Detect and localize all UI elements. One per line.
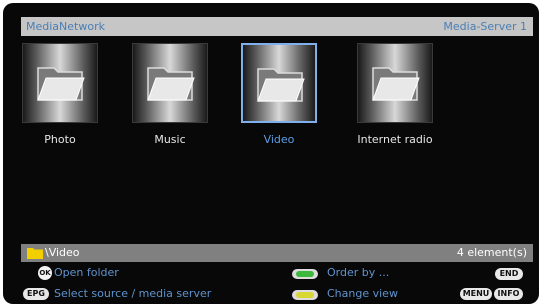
server-name: Media-Server 1	[443, 20, 527, 33]
yellow-folder-icon	[27, 248, 43, 259]
open-folder-hint: Open folder	[54, 266, 119, 279]
folder-icon	[37, 67, 85, 101]
folder-thumbnail	[357, 43, 433, 123]
folder-label: Photo	[44, 133, 76, 146]
folder-label: Music	[154, 133, 186, 146]
yellow-button-icon[interactable]	[292, 290, 318, 300]
folder-thumbnail	[132, 43, 208, 123]
folder-thumbnail	[22, 43, 98, 123]
folder-label: Internet radio	[357, 133, 433, 146]
select-source-hint: Select source / media server	[54, 287, 212, 300]
folder-icon	[257, 68, 305, 102]
epg-key-icon[interactable]: EPG	[23, 288, 49, 300]
folder-tile-internet-radio[interactable]: Internet radio	[349, 43, 441, 147]
current-path: \Video	[45, 246, 80, 259]
folder-icon	[147, 67, 195, 101]
tv-screen: MediaNetwork Media-Server 1 Photo Music	[3, 3, 539, 304]
folder-tile-photo[interactable]: Photo	[17, 43, 103, 147]
element-count: 4 element(s)	[456, 246, 527, 259]
green-button-icon[interactable]	[292, 269, 318, 279]
end-key-icon[interactable]: END	[495, 268, 523, 280]
change-view-hint: Change view	[327, 287, 398, 300]
order-by-hint: Order by ...	[327, 266, 390, 279]
folder-tile-video[interactable]: Video	[236, 43, 322, 147]
info-key-icon[interactable]: INFO	[494, 288, 523, 300]
menu-key-icon[interactable]: MENU	[460, 288, 492, 300]
ok-key-icon[interactable]: OK	[38, 266, 52, 280]
app-title: MediaNetwork	[26, 20, 105, 33]
folder-label: Video	[263, 133, 295, 146]
folder-tile-music[interactable]: Music	[127, 43, 213, 147]
title-bar: MediaNetwork Media-Server 1	[21, 17, 533, 36]
folder-icon	[372, 67, 420, 101]
path-bar: \Video 4 element(s)	[21, 244, 533, 262]
folder-thumbnail	[241, 43, 317, 123]
